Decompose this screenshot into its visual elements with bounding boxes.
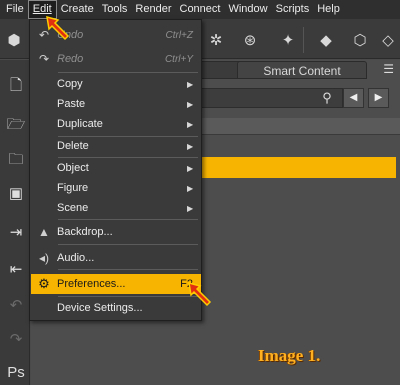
left-tool-strip: 🗋 🗁 🗀 ▣ ⇥ ⇤ ↶ ↷ Ps bbox=[0, 60, 30, 385]
menu-item-backdrop[interactable]: ▲ Backdrop... bbox=[31, 222, 201, 242]
chevron-right-icon: ▶ bbox=[187, 119, 194, 129]
menu-separator bbox=[58, 269, 198, 270]
chevron-right-icon: ▶ bbox=[187, 141, 194, 151]
menu-window[interactable]: Window bbox=[224, 0, 271, 19]
menu-scripts[interactable]: Scripts bbox=[272, 0, 314, 19]
cube-outline-icon[interactable]: ◇ bbox=[378, 31, 398, 51]
menu-item-device-settings[interactable]: Device Settings... bbox=[31, 298, 201, 318]
content-header-bar bbox=[201, 118, 400, 135]
menu-item-audio[interactable]: ◂) Audio... bbox=[31, 248, 201, 268]
menu-separator bbox=[58, 219, 198, 220]
menu-connect[interactable]: Connect bbox=[176, 0, 225, 19]
cube-icon[interactable]: ⬡ bbox=[350, 31, 370, 51]
menu-help[interactable]: Help bbox=[313, 0, 344, 19]
menu-item-copy[interactable]: Copy ▶ bbox=[31, 74, 201, 94]
menu-file[interactable]: File bbox=[2, 0, 28, 19]
menu-item-figure[interactable]: Figure ▶ bbox=[31, 178, 201, 198]
export-icon[interactable]: ⇤ bbox=[6, 260, 26, 280]
redo-icon: ↷ bbox=[38, 52, 50, 66]
search-icon[interactable]: ⚲ bbox=[318, 89, 336, 107]
landscape-icon: ▲ bbox=[38, 225, 50, 239]
light-gear-icon[interactable]: ✲ bbox=[206, 31, 226, 51]
merge-folder-icon[interactable]: 🗀 bbox=[6, 150, 26, 170]
menu-item-delete[interactable]: Delete ▶ bbox=[31, 136, 201, 156]
panel-menu-icon[interactable]: ☰ bbox=[383, 62, 394, 76]
image-caption: Image 1. bbox=[258, 346, 321, 365]
menu-item-scene[interactable]: Scene ▶ bbox=[31, 198, 201, 218]
redo-icon[interactable]: ↷ bbox=[6, 330, 26, 350]
selected-row[interactable] bbox=[201, 157, 396, 178]
save-icon[interactable]: ▣ bbox=[6, 184, 26, 204]
red-arrow-pointer-icon bbox=[188, 281, 212, 307]
back-button[interactable]: ◀ bbox=[343, 88, 364, 108]
menu-item-duplicate[interactable]: Duplicate ▶ bbox=[31, 114, 201, 134]
forward-button[interactable]: ▶ bbox=[368, 88, 389, 108]
gears-icon: ⚙ bbox=[38, 276, 50, 291]
chevron-right-icon: ▶ bbox=[187, 183, 194, 193]
edit-menu-dropdown: ↶ Undo Ctrl+Z ↷ Redo Ctrl+Y Copy ▶ Paste… bbox=[29, 19, 202, 321]
import-icon[interactable]: ⇥ bbox=[6, 223, 26, 243]
red-arrow-pointer-icon bbox=[46, 15, 70, 41]
menu-item-preferences[interactable]: ⚙ Preferences... F2 bbox=[31, 274, 201, 294]
photoshop-icon[interactable]: Ps bbox=[6, 363, 26, 383]
node-add-icon[interactable]: ◆ bbox=[316, 31, 336, 51]
new-file-icon[interactable]: 🗋 bbox=[6, 76, 26, 96]
menu-separator bbox=[58, 244, 198, 245]
chevron-right-icon: ▶ bbox=[187, 99, 194, 109]
chevron-right-icon: ▶ bbox=[187, 163, 194, 173]
scene-icon[interactable]: ⬢ bbox=[4, 31, 24, 51]
undo-icon[interactable]: ↶ bbox=[6, 296, 26, 316]
toolbar-divider bbox=[303, 27, 304, 53]
menu-item-redo[interactable]: ↷ Redo Ctrl+Y bbox=[31, 49, 201, 69]
tab-smart-content[interactable]: Smart Content bbox=[237, 61, 367, 79]
menu-separator bbox=[58, 296, 198, 297]
menu-item-object[interactable]: Object ▶ bbox=[31, 158, 201, 178]
dial-icon[interactable]: ⊛ bbox=[240, 31, 260, 51]
chevron-right-icon: ▶ bbox=[187, 203, 194, 213]
menu-separator bbox=[58, 72, 198, 73]
open-folder-icon[interactable]: 🗁 bbox=[6, 115, 26, 135]
menu-render[interactable]: Render bbox=[131, 0, 175, 19]
chevron-right-icon: ▶ bbox=[187, 79, 194, 89]
spotlight-icon[interactable]: ✦ bbox=[278, 31, 298, 51]
speaker-icon: ◂) bbox=[38, 251, 50, 265]
menu-tools[interactable]: Tools bbox=[98, 0, 132, 19]
menu-item-paste[interactable]: Paste ▶ bbox=[31, 94, 201, 114]
